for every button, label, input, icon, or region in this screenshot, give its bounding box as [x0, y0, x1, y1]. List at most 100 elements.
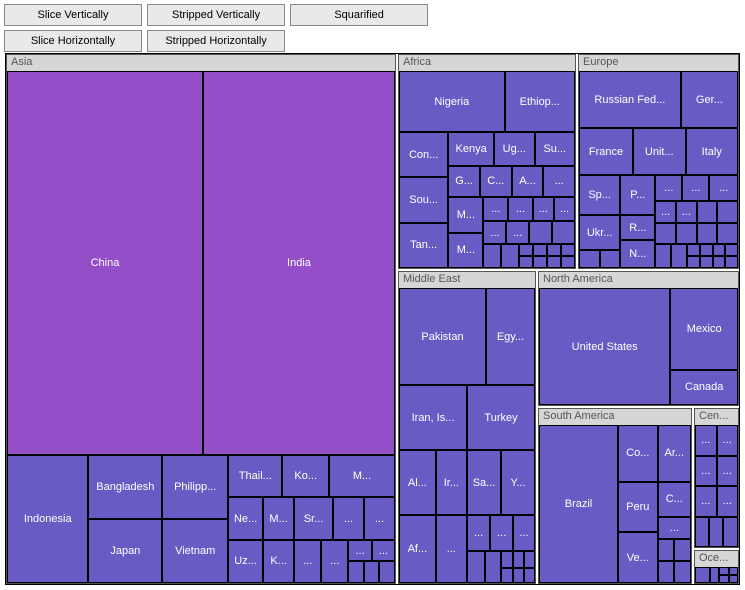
cell-africa-s6[interactable]: ...	[483, 221, 506, 245]
cell-asia-small-8[interactable]	[364, 561, 380, 583]
cell-eu-s14[interactable]	[687, 244, 700, 256]
cell-uk[interactable]: Unit...	[633, 128, 685, 175]
cell-africa-s13[interactable]	[533, 244, 547, 256]
cell-argentina[interactable]: Ar...	[658, 425, 691, 482]
cell-canada[interactable]: Canada	[670, 370, 738, 405]
cell-ukraine[interactable]: Ukr...	[579, 215, 620, 250]
cell-kazakhstan[interactable]: K...	[263, 540, 294, 583]
cell-eu-s7[interactable]	[717, 201, 738, 223]
cell-ca-5[interactable]: ...	[695, 486, 717, 517]
cell-africa-s12[interactable]	[519, 244, 533, 256]
cell-me-s12[interactable]	[524, 568, 535, 583]
cell-afghanistan[interactable]: Af...	[399, 515, 436, 583]
cell-eu-s13[interactable]	[671, 244, 687, 268]
cell-ca-1[interactable]: ...	[695, 425, 717, 456]
cell-africa-s2[interactable]: ...	[483, 197, 508, 221]
region-africa[interactable]: Africa Nigeria Ethiop... Con... Sou... T…	[398, 54, 576, 269]
cell-ghana[interactable]: G...	[448, 166, 480, 198]
cell-africa-s14[interactable]	[547, 244, 561, 256]
cell-cameroon[interactable]: C...	[480, 166, 512, 198]
region-central-america[interactable]: Cen... ... ... ... ... ... ...	[694, 408, 739, 548]
cell-ethiopia[interactable]: Ethiop...	[505, 71, 575, 132]
cell-ca-7[interactable]	[695, 517, 709, 548]
cell-oc-2[interactable]	[710, 567, 719, 583]
cell-romania[interactable]: R...	[620, 215, 655, 241]
cell-africa-s11[interactable]	[501, 244, 519, 268]
cell-eu-s16[interactable]	[713, 244, 726, 256]
cell-me-s7[interactable]	[501, 551, 513, 569]
cell-iraq[interactable]: Ir...	[436, 450, 467, 515]
cell-italy[interactable]: Italy	[686, 128, 738, 175]
cell-srilanka[interactable]: Sr...	[294, 497, 333, 539]
cell-eu-s5[interactable]: ...	[676, 201, 697, 223]
cell-asia-small-5[interactable]: ...	[348, 540, 371, 562]
cell-africa-s1[interactable]: ...	[543, 166, 575, 198]
squarified-button[interactable]: Squarified	[290, 4, 428, 26]
cell-eu-s11[interactable]	[717, 223, 738, 245]
cell-saudi[interactable]: Sa...	[467, 450, 501, 515]
cell-korea[interactable]: Ko...	[282, 455, 329, 497]
stripped-vertically-button[interactable]: Stripped Vertically	[147, 4, 285, 26]
cell-ca-9[interactable]	[723, 517, 738, 548]
cell-eu-s19[interactable]	[700, 256, 713, 268]
region-south-america[interactable]: South America Brazil Co... Ar... Peru Ve…	[538, 408, 692, 584]
cell-me-s5[interactable]	[467, 551, 485, 583]
cell-me-s2[interactable]: ...	[467, 515, 490, 550]
cell-united-states[interactable]: United States	[539, 288, 670, 405]
cell-me-s10[interactable]	[501, 568, 513, 583]
cell-sa-s4[interactable]	[658, 561, 675, 583]
cell-me-s8[interactable]	[513, 551, 524, 569]
slice-horizontally-button[interactable]: Slice Horizontally	[4, 30, 142, 52]
cell-eu-s17[interactable]	[725, 244, 738, 256]
cell-angola[interactable]: A...	[512, 166, 544, 198]
cell-netherlands[interactable]: N...	[620, 240, 655, 268]
cell-eu-s9[interactable]	[676, 223, 697, 245]
cell-asia-small-3[interactable]: ...	[294, 540, 321, 583]
cell-africa-s16[interactable]	[519, 256, 533, 268]
cell-eu-s8[interactable]	[655, 223, 676, 245]
cell-eu-s12[interactable]	[655, 244, 671, 268]
cell-india[interactable]: India	[203, 71, 395, 455]
cell-oc-5[interactable]	[719, 575, 728, 583]
cell-eu-s3[interactable]: ...	[709, 175, 738, 201]
cell-africa-s17[interactable]	[533, 256, 547, 268]
cell-asia-small-9[interactable]	[379, 561, 395, 583]
cell-oc-3[interactable]	[719, 567, 728, 575]
cell-africa-s15[interactable]	[561, 244, 575, 256]
cell-eu-s10[interactable]	[697, 223, 718, 245]
cell-uganda[interactable]: Ug...	[494, 132, 534, 165]
cell-eu-s0b[interactable]	[600, 250, 621, 268]
cell-algeria[interactable]: Al...	[399, 450, 436, 515]
cell-uzbekistan[interactable]: Uz...	[228, 540, 263, 583]
cell-me-s3[interactable]: ...	[490, 515, 513, 550]
cell-china[interactable]: China	[7, 71, 203, 455]
cell-philippines[interactable]: Philipp...	[162, 455, 228, 519]
region-europe[interactable]: Europe Russian Fed... Ger... France Unit…	[578, 54, 739, 269]
cell-egypt[interactable]: Egy...	[486, 288, 535, 385]
cell-asia-small-6[interactable]: ...	[372, 540, 395, 562]
cell-asia-small-4[interactable]: ...	[321, 540, 348, 583]
cell-chile[interactable]: C...	[658, 482, 691, 517]
cell-asia-small-2[interactable]: ...	[364, 497, 395, 539]
cell-me-s4[interactable]: ...	[513, 515, 535, 550]
cell-asia-small-1[interactable]: ...	[333, 497, 364, 539]
cell-oc-1[interactable]	[695, 567, 710, 583]
cell-eu-s2[interactable]: ...	[682, 175, 709, 201]
cell-africa-s7[interactable]: ...	[506, 221, 529, 245]
cell-africa-s3[interactable]: ...	[508, 197, 533, 221]
cell-oc-6[interactable]	[729, 575, 738, 583]
cell-turkey[interactable]: Turkey	[467, 385, 535, 450]
cell-me-s9[interactable]	[524, 551, 535, 569]
cell-asia-small-7[interactable]	[348, 561, 364, 583]
cell-mozambique[interactable]: M...	[448, 197, 483, 232]
cell-eu-s0[interactable]	[579, 250, 600, 268]
cell-africa-s9[interactable]	[552, 221, 575, 245]
cell-germany[interactable]: Ger...	[681, 71, 738, 128]
cell-bangladesh[interactable]: Bangladesh	[88, 455, 162, 519]
cell-ca-3[interactable]: ...	[695, 456, 717, 487]
cell-kenya[interactable]: Kenya	[448, 132, 494, 165]
cell-pakistan[interactable]: Pakistan	[399, 288, 486, 385]
cell-nigeria[interactable]: Nigeria	[399, 71, 505, 132]
cell-yemen[interactable]: Y...	[501, 450, 535, 515]
cell-eu-s21[interactable]	[725, 256, 738, 268]
